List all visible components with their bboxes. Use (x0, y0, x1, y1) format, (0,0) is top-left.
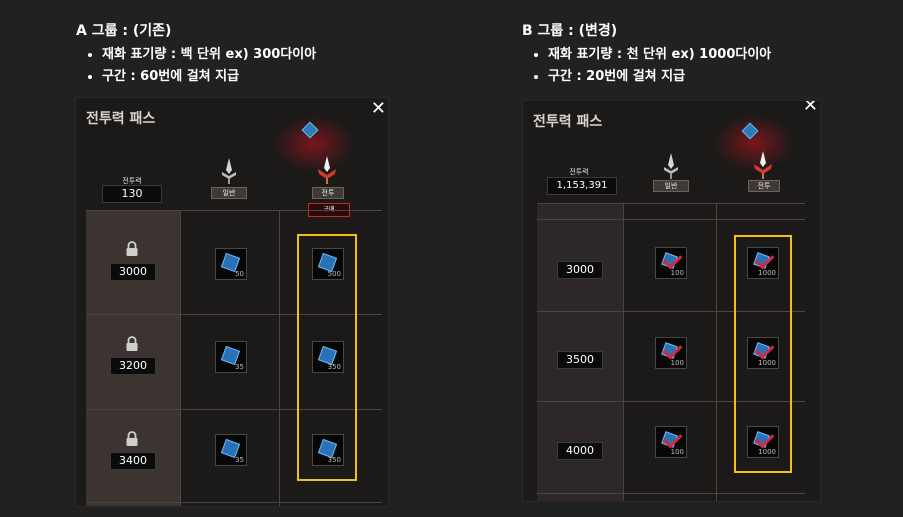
group-b-bullet: 구간 : 20번에 걸쳐 지급 (548, 66, 771, 88)
grid-line (537, 219, 805, 220)
premium-column-highlight (297, 234, 357, 481)
grid-line (180, 210, 181, 506)
group-b-header: B 그룹 : (변경) 재화 표기량 : 천 단위 ex) 1000다이아 구간… (522, 20, 771, 88)
group-a-bullet: 재화 표기량 : 백 단위 ex) 300다이아 (102, 44, 316, 66)
reward-slot-normal[interactable]: 100 (655, 426, 687, 458)
tier-normal-label: 일반 (653, 180, 689, 192)
power-value: 130 (102, 185, 162, 203)
blood-decoration (274, 116, 354, 172)
level-value: 3500 (557, 351, 603, 369)
power-label: 전투력 (569, 168, 589, 176)
grid-line (86, 210, 382, 211)
group-a-bullet: 구간 : 60번에 걸쳐 지급 (102, 66, 316, 88)
grid-line (623, 203, 624, 501)
reward-slot-normal[interactable]: 100 (655, 247, 687, 279)
reward-slot-normal[interactable]: 35 (215, 434, 247, 466)
group-a-header: A 그룹 : (기존) 재화 표기량 : 백 단위 ex) 300다이아 구간 … (76, 20, 316, 88)
reward-slot-normal[interactable]: 100 (655, 337, 687, 369)
close-icon[interactable]: ✕ (803, 101, 818, 116)
tier-battle-label: 전투 (748, 180, 780, 192)
reward-qty: 100 (670, 269, 684, 277)
tier-normal-label: 일반 (211, 187, 247, 199)
battle-pass-panel-b: 전투력 패스 ✕ 전투력 1,153,391 일반 전투 3000 100 10… (522, 100, 821, 502)
reward-qty: 100 (670, 359, 684, 367)
level-value: 4000 (557, 442, 603, 460)
grid-line (86, 502, 382, 503)
lock-icon (126, 431, 138, 446)
reward-slot-normal[interactable]: 35 (215, 341, 247, 373)
reward-qty: 35 (235, 363, 244, 371)
battle-pass-panel-a: 전투력 패스 ✕ 전투력 130 일반 전투 구매 3000 50 500 32… (75, 97, 389, 507)
premium-column-highlight (734, 235, 792, 473)
reward-slot-normal[interactable]: 50 (215, 248, 247, 280)
lock-icon (126, 336, 138, 351)
grid-line (537, 493, 805, 494)
grid-line (279, 210, 280, 506)
grid-line (537, 203, 805, 204)
reward-qty: 50 (235, 270, 244, 278)
group-b-bullet: 재화 표기량 : 천 단위 ex) 1000다이아 (548, 44, 771, 66)
level-value: 3400 (110, 452, 156, 470)
lock-icon (126, 241, 138, 256)
grid-line (716, 203, 717, 501)
close-icon[interactable]: ✕ (371, 98, 386, 119)
level-value: 3200 (110, 357, 156, 375)
group-b-title: B 그룹 : (변경) (522, 23, 618, 39)
panel-title: 전투력 패스 (86, 111, 156, 127)
level-value: 3000 (557, 261, 603, 279)
tier-battle-label: 전투 (312, 187, 344, 199)
sword-icon (318, 156, 336, 184)
reward-qty: 100 (670, 448, 684, 456)
power-value: 1,153,391 (547, 177, 617, 195)
reward-qty: 35 (235, 456, 244, 464)
panel-title: 전투력 패스 (533, 114, 603, 130)
group-a-title: A 그룹 : (기존) (76, 23, 172, 39)
level-value: 3000 (110, 263, 156, 281)
group-b-bullets: 재화 표기량 : 천 단위 ex) 1000다이아 구간 : 20번에 걸쳐 지… (522, 44, 771, 88)
group-a-bullets: 재화 표기량 : 백 단위 ex) 300다이아 구간 : 60번에 걸쳐 지급 (76, 44, 316, 88)
